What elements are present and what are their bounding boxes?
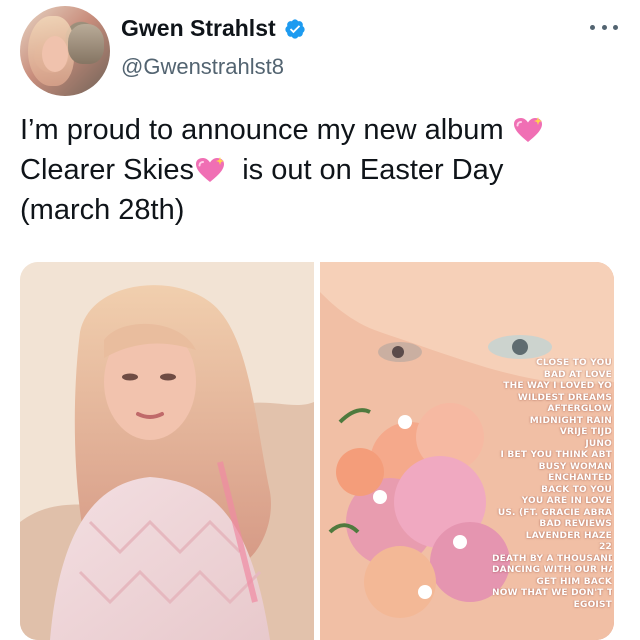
track-item: VRIJE TIJD xyxy=(559,427,612,437)
track-item: DANCING WITH OUR HAND xyxy=(492,565,612,575)
avatar-cat xyxy=(68,24,104,64)
tweet-text-segment: is out on Easter Day xyxy=(242,154,504,186)
track-item: 22 xyxy=(599,542,612,552)
track-item: NOW THAT WE DON'T T xyxy=(492,588,612,598)
display-name[interactable]: Gwen Strahlst xyxy=(121,15,306,42)
track-item: JUNO xyxy=(585,438,612,449)
display-name-text: Gwen Strahlst xyxy=(121,15,276,41)
tweet-text: I’m proud to announce my new album Clear… xyxy=(20,110,620,230)
track-item: BAD AT LOVE xyxy=(543,369,612,380)
track-item: YOU ARE IN LOVE xyxy=(521,496,612,506)
media-photo-album-cover[interactable]: CLOSE TO YOU BAD AT LOVE THE WAY I LOVED… xyxy=(320,262,614,640)
track-item: EGOIST xyxy=(573,599,612,610)
tweet-line-2: Clearer Skies is out on Easter Day xyxy=(20,150,620,190)
track-item: ENCHANTED xyxy=(548,473,612,483)
track-item: CLOSE TO YOU xyxy=(536,358,612,368)
media-photo-portrait[interactable] xyxy=(20,262,314,640)
verified-badge-icon xyxy=(285,18,305,39)
sparkling-heart-emoji xyxy=(512,115,544,143)
user-handle[interactable]: @Gwenstrahlst8 xyxy=(121,54,284,80)
track-item: BAD REVIEWS xyxy=(539,519,612,529)
release-date-text: (march 28th) xyxy=(20,194,185,226)
track-item: WILDEST DREAMS xyxy=(517,392,612,403)
track-item: BACK TO YOU xyxy=(541,484,612,495)
album-tracklist: CLOSE TO YOU BAD AT LOVE THE WAY I LOVED… xyxy=(492,358,612,611)
album-title-text: Clearer Skies xyxy=(20,154,195,186)
tweet-line-3: (march 28th) xyxy=(20,190,620,230)
tweet-text-segment: I’m proud to announce my new album xyxy=(20,114,504,146)
track-item: BUSY WOMAN xyxy=(538,461,612,472)
avatar[interactable] xyxy=(20,6,110,96)
track-item: AFTERGLOW xyxy=(547,404,612,414)
track-item: MIDNIGHT RAIN xyxy=(529,415,612,426)
media-grid: CLOSE TO YOU BAD AT LOVE THE WAY I LOVED… xyxy=(20,262,614,640)
portrait-illustration xyxy=(20,262,314,640)
avatar-face xyxy=(42,36,68,72)
sparkling-heart-emoji xyxy=(194,155,226,183)
track-item: DEATH BY A THOUSAND xyxy=(492,553,612,564)
track-item: GET HIM BACK xyxy=(536,576,612,587)
track-item: THE WAY I LOVED YO xyxy=(503,381,612,391)
track-item: I BET YOU THINK ABT xyxy=(500,450,612,460)
track-item: LAVENDER HAZE xyxy=(525,530,612,541)
track-item: US. (FT. GRACIE ABRA xyxy=(497,507,612,518)
more-options-icon[interactable] xyxy=(590,22,618,32)
tweet-line-1: I’m proud to announce my new album xyxy=(20,110,620,150)
